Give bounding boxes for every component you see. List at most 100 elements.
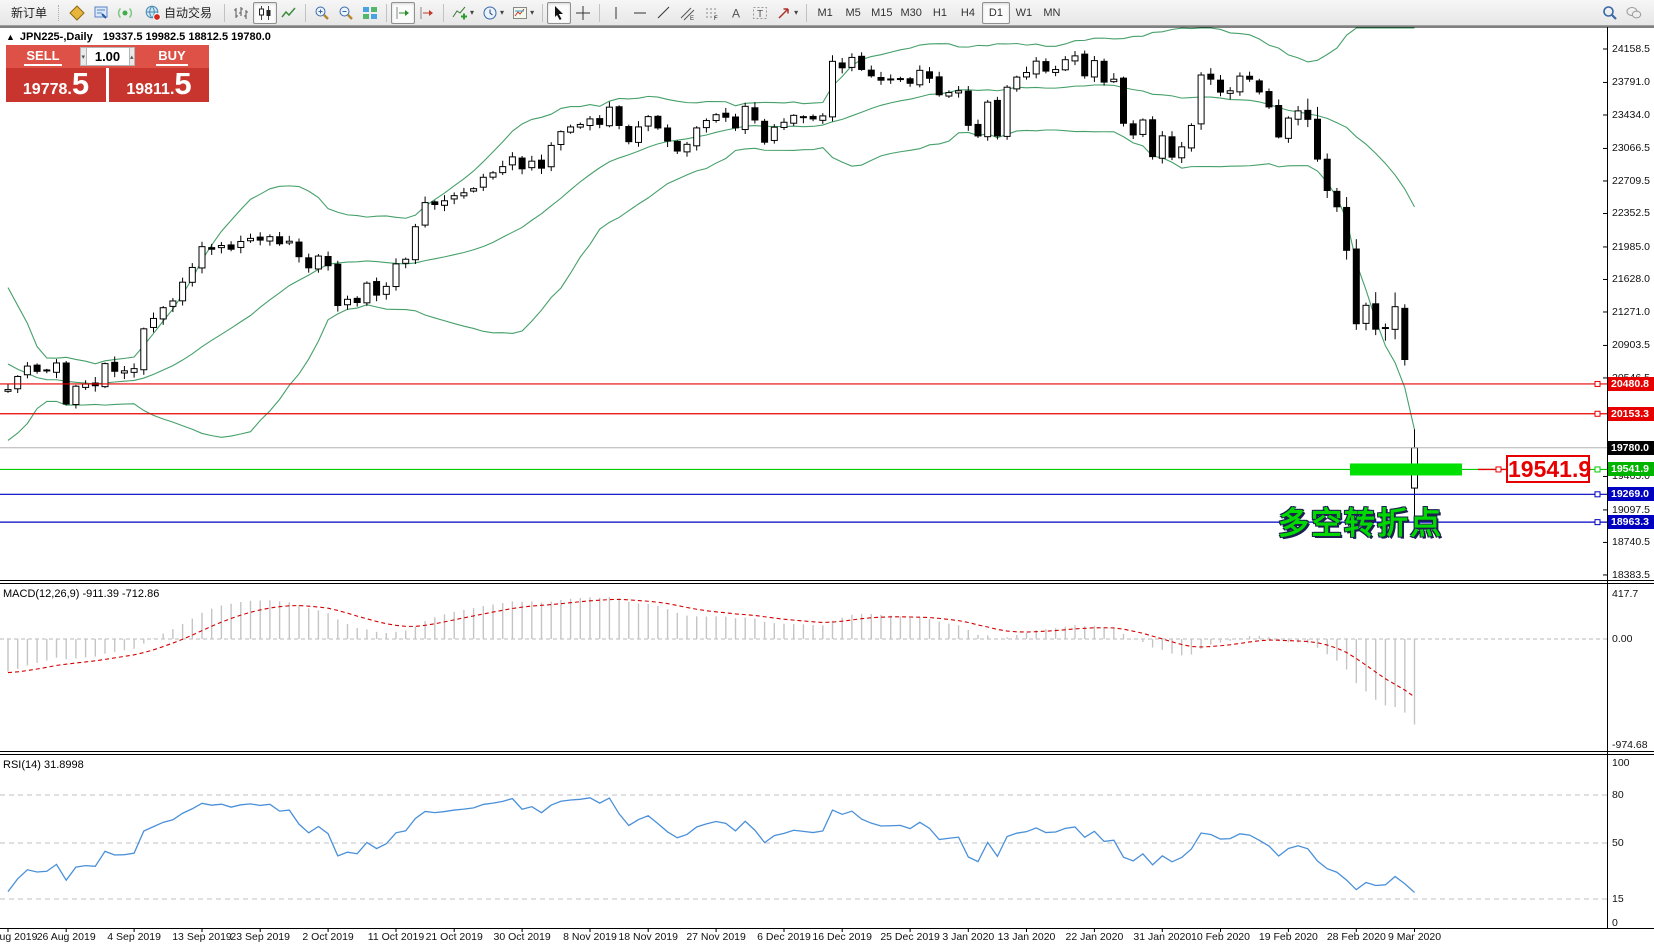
vertical-line-icon[interactable] <box>604 2 628 24</box>
metaeditor-icon[interactable] <box>65 2 89 24</box>
annotation-text[interactable]: 多空转折点 <box>1278 498 1443 543</box>
macd-indicator-label: MACD(12,26,9) -911.39 -712.86 <box>3 588 159 600</box>
timeframe-M30[interactable]: M30 <box>897 2 926 24</box>
macd-axis-label: 0.00 <box>1612 633 1632 645</box>
arrows-icon[interactable]: ▾ <box>772 2 802 24</box>
market-watch-icon[interactable] <box>89 2 113 24</box>
macd-histogram <box>8 597 1415 724</box>
panel-collapse-icon[interactable]: ▲ <box>6 32 15 42</box>
date-label: 31 Jan 2020 <box>1133 931 1191 943</box>
chart-shift-icon[interactable] <box>391 2 415 24</box>
volume-input[interactable] <box>87 47 129 66</box>
tile-windows-icon[interactable] <box>358 2 382 24</box>
timeframe-H1[interactable]: H1 <box>926 2 954 24</box>
y-axis-label: 24158.5 <box>1612 43 1654 55</box>
y-axis-label: 22709.5 <box>1612 175 1654 187</box>
y-axis-label: 19097.5 <box>1612 504 1654 516</box>
timeframe-M5[interactable]: M5 <box>839 2 867 24</box>
trend-line-icon[interactable] <box>652 2 676 24</box>
date-label: 6 Dec 2019 <box>757 931 811 943</box>
date-label: 8 Nov 2019 <box>563 931 617 943</box>
highlight-bar <box>1350 463 1462 475</box>
line-chart-icon[interactable] <box>277 2 301 24</box>
timeframe-MN[interactable]: MN <box>1038 2 1066 24</box>
toolbar-separator <box>443 4 444 22</box>
rsi-line <box>8 798 1415 893</box>
rsi-axis-label: 15 <box>1612 893 1624 905</box>
y-axis-label: 21985.0 <box>1612 241 1654 253</box>
date-label: 11 Oct 2019 <box>368 931 424 943</box>
sell-button[interactable]: SELL <box>6 45 80 68</box>
pane-borders <box>0 27 1654 929</box>
y-axis-label: 18383.5 <box>1612 569 1654 581</box>
cursor-icon[interactable] <box>547 2 571 24</box>
price-badge: 19780.0 <box>1608 441 1654 455</box>
price-badge: 20480.8 <box>1608 377 1654 391</box>
dropdown-caret-icon: ▾ <box>470 8 474 17</box>
date-label: 13 Sep 2019 <box>172 931 232 943</box>
date-label: 16 Aug 2019 <box>0 931 37 943</box>
date-label: 9 Mar 2020 <box>1388 931 1441 943</box>
signals-icon[interactable] <box>113 2 137 24</box>
toolbar-separator <box>806 4 807 22</box>
equidistant-channel-icon[interactable]: E <box>676 2 700 24</box>
chart-canvas[interactable] <box>0 26 1654 944</box>
timeframe-M1[interactable]: M1 <box>811 2 839 24</box>
rsi-axis-label: 80 <box>1612 789 1624 801</box>
toolbar-separator <box>542 4 543 22</box>
candlestick-icon[interactable] <box>253 2 277 24</box>
sell-price: 19778.5 <box>6 68 106 102</box>
autotrading-button[interactable]: 自动交易 <box>137 2 220 24</box>
y-axis-label: 22352.5 <box>1612 207 1654 219</box>
toolbar-grip <box>58 5 62 21</box>
zoom-out-icon[interactable] <box>334 2 358 24</box>
symbol-period-label: JPN225-,Daily <box>20 31 93 43</box>
chart-title: ▲JPN225-,Daily19337.5 19982.5 18812.5 19… <box>6 31 271 43</box>
text-label-icon[interactable]: T <box>748 2 772 24</box>
one-click-trading-panel: SELL ▾▴ BUY 19778.5 19811.5 <box>6 45 209 102</box>
sell-label: SELL <box>24 48 61 66</box>
toolbar-separator <box>386 4 387 22</box>
chart-window: ▲JPN225-,Daily19337.5 19982.5 18812.5 19… <box>0 26 1654 944</box>
timeframe-W1[interactable]: W1 <box>1010 2 1038 24</box>
y-axis-label: 20903.5 <box>1612 339 1654 351</box>
new-order-button[interactable]: 新订单 <box>3 2 55 24</box>
date-label: 3 Jan 2020 <box>942 931 994 943</box>
templates-icon[interactable]: ▾ <box>508 2 538 24</box>
buy-button[interactable]: BUY <box>135 45 209 68</box>
indicators-add-icon[interactable]: ▾ <box>448 2 478 24</box>
zoom-in-icon[interactable] <box>310 2 334 24</box>
toolbar-separator <box>305 4 306 22</box>
horizontal-line-icon[interactable] <box>628 2 652 24</box>
timeframe-M15[interactable]: M15 <box>867 2 896 24</box>
search-icon[interactable] <box>1598 2 1622 24</box>
timeframe-D1[interactable]: D1 <box>982 2 1010 24</box>
toolbar-separator <box>599 4 600 22</box>
price-badge: 18963.3 <box>1608 515 1654 529</box>
chat-icon[interactable] <box>1622 2 1646 24</box>
timeframe-H4[interactable]: H4 <box>954 2 982 24</box>
svg-text:T: T <box>757 9 763 20</box>
date-label: 23 Sep 2019 <box>230 931 290 943</box>
macd-signal-line <box>8 599 1415 697</box>
dropdown-caret-icon: ▾ <box>530 8 534 17</box>
crosshair-icon[interactable] <box>571 2 595 24</box>
timeframe-group: M1M5M15M30H1H4D1W1MN <box>811 2 1066 24</box>
price-badge: 19541.9 <box>1608 462 1654 476</box>
y-axis-label: 23434.0 <box>1612 109 1654 121</box>
auto-scroll-icon[interactable] <box>415 2 439 24</box>
callout-handle <box>1496 467 1501 472</box>
price-callout[interactable]: 19541.9 <box>1506 455 1590 483</box>
fibonacci-icon[interactable]: F <box>700 2 724 24</box>
autotrading-label: 自动交易 <box>164 4 212 21</box>
svg-text:A: A <box>732 6 740 20</box>
y-axis-label: 21628.0 <box>1612 273 1654 285</box>
buy-price: 19811.5 <box>109 68 209 102</box>
date-label: 25 Dec 2019 <box>880 931 940 943</box>
periods-clock-icon[interactable]: ▾ <box>478 2 508 24</box>
text-icon[interactable]: A <box>724 2 748 24</box>
rsi-indicator-label: RSI(14) 31.8998 <box>3 759 84 771</box>
y-axis-label: 21271.0 <box>1612 306 1654 318</box>
bar-chart-icon[interactable] <box>229 2 253 24</box>
date-label: 27 Nov 2019 <box>686 931 746 943</box>
